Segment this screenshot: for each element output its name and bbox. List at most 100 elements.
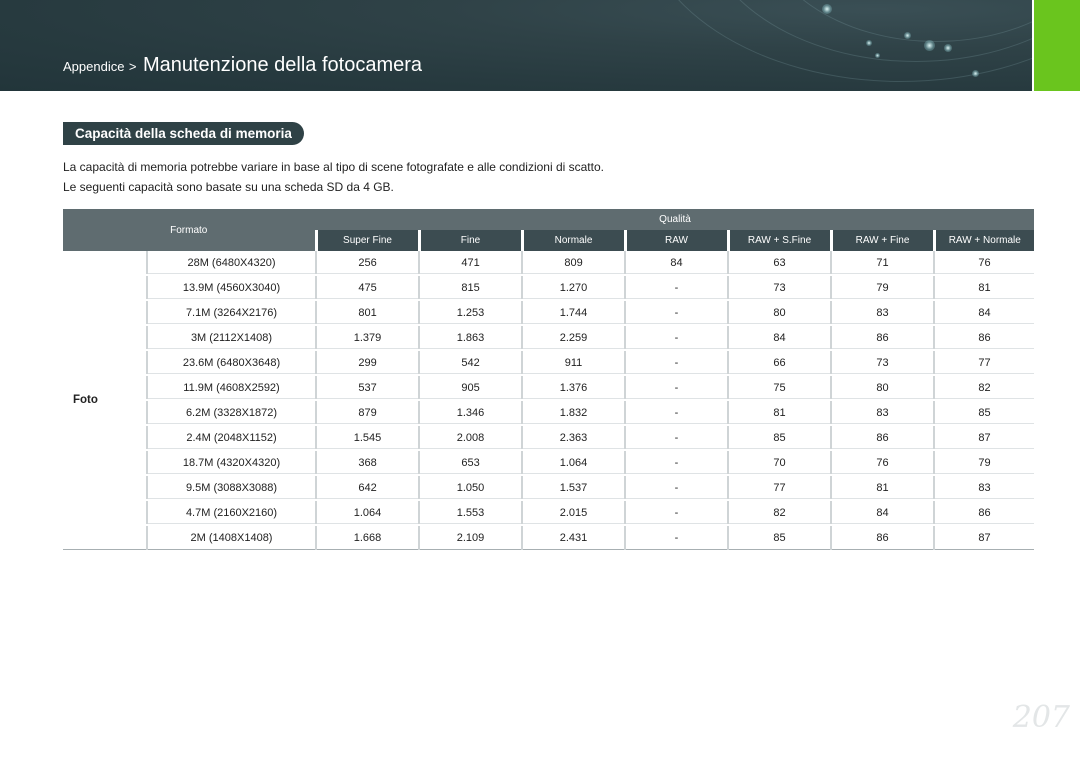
- capacity-cell: 911: [521, 350, 626, 376]
- capacity-cell: -: [624, 325, 729, 351]
- capacity-cell: 85: [727, 425, 832, 451]
- capacity-cell: 77: [727, 475, 832, 501]
- group-label-foto: Foto: [63, 251, 147, 550]
- capacity-cell: 1.379: [315, 325, 420, 351]
- resolution-cell: 3M (2112X1408): [145, 325, 317, 351]
- capacity-cell: -: [624, 500, 729, 526]
- table-row: 18.7M (4320X4320) 368 653 1.064-70 76 79: [63, 450, 1035, 476]
- table-row: 6.2M (3328X1872) 879 1.346 1.832-81 83 85: [63, 400, 1035, 426]
- capacity-cell: 79: [830, 275, 935, 301]
- capacity-cell: 84: [933, 300, 1035, 326]
- header-fine: Fine: [417, 230, 523, 251]
- capacity-cell: 653: [418, 450, 523, 476]
- header-raw: RAW: [623, 230, 729, 251]
- table-body: Foto 28M (6480X4320) 256 471 809 84 63 71 76 13.9…: [63, 251, 1035, 550]
- capacity-cell: 71: [830, 251, 935, 276]
- capacity-cell: 815: [418, 275, 523, 301]
- chapter-tab: [1034, 0, 1080, 91]
- capacity-cell: 2.008: [418, 425, 523, 451]
- table-row: 11.9M (4608X2592) 537 905 1.376-75 80 82: [63, 375, 1035, 401]
- capacity-cell: 809: [521, 251, 626, 276]
- resolution-cell: 7.1M (3264X2176): [145, 300, 317, 326]
- table-row: 2.4M (2048X1152) 1.545 2.008 2.363-85 86 87: [63, 425, 1035, 451]
- resolution-cell: 18.7M (4320X4320): [145, 450, 317, 476]
- capacity-cell: 1.253: [418, 300, 523, 326]
- capacity-cell: 1.537: [521, 475, 626, 501]
- breadcrumb-separator: >: [128, 59, 137, 74]
- capacity-cell: 84: [624, 251, 729, 276]
- header-raw-s-fine: RAW + S.Fine: [726, 230, 832, 251]
- capacity-cell: 80: [727, 300, 832, 326]
- resolution-cell: 28M (6480X4320): [145, 251, 317, 276]
- capacity-cell: 256: [315, 251, 420, 276]
- header-raw-normale: RAW + Normale: [932, 230, 1035, 251]
- capacity-cell: 86: [830, 425, 935, 451]
- intro-text: La capacità di memoria potrebbe variare …: [63, 157, 604, 197]
- capacity-cell: 905: [418, 375, 523, 401]
- resolution-cell: 2.4M (2048X1152): [145, 425, 317, 451]
- intro-line-1: La capacità di memoria potrebbe variare …: [63, 160, 604, 174]
- capacity-cell: 2.015: [521, 500, 626, 526]
- capacity-cell: 475: [315, 275, 420, 301]
- capacity-cell: 801: [315, 300, 420, 326]
- table-row: 13.9M (4560X3040) 475 815 1.270-73 79 81: [63, 275, 1035, 301]
- capacity-cell: 83: [830, 400, 935, 426]
- capacity-cell: 86: [933, 325, 1035, 351]
- capacity-cell: 85: [933, 400, 1035, 426]
- capacity-cell: 537: [315, 375, 420, 401]
- capacity-cell: 84: [727, 325, 832, 351]
- capacity-cell: 76: [933, 251, 1035, 276]
- capacity-cell: 2.109: [418, 525, 523, 550]
- capacity-cell: 87: [933, 425, 1035, 451]
- resolution-cell: 13.9M (4560X3040): [145, 275, 317, 301]
- resolution-cell: 2M (1408X1408): [145, 525, 317, 550]
- capacity-cell: -: [624, 275, 729, 301]
- capacity-cell: 299: [315, 350, 420, 376]
- capacity-cell: 471: [418, 251, 523, 276]
- table-row: 23.6M (6480X3648) 299 542 911-66 73 77: [63, 350, 1035, 376]
- breadcrumb-parent[interactable]: Appendice: [63, 59, 124, 74]
- capacity-cell: 80: [830, 375, 935, 401]
- capacity-cell: 81: [727, 400, 832, 426]
- resolution-cell: 11.9M (4608X2592): [145, 375, 317, 401]
- capacity-cell: 85: [727, 525, 832, 550]
- capacity-cell: 82: [727, 500, 832, 526]
- capacity-cell: 1.744: [521, 300, 626, 326]
- page-number: 207: [1012, 700, 1070, 735]
- header-raw-fine: RAW + Fine: [829, 230, 935, 251]
- capacity-cell: 73: [727, 275, 832, 301]
- capacity-cell: -: [624, 525, 729, 550]
- capacity-cell: 1.545: [315, 425, 420, 451]
- resolution-cell: 23.6M (6480X3648): [145, 350, 317, 376]
- capacity-cell: 2.431: [521, 525, 626, 550]
- capacity-cell: 368: [315, 450, 420, 476]
- resolution-cell: 9.5M (3088X3088): [145, 475, 317, 501]
- capacity-cell: 86: [933, 500, 1035, 526]
- capacity-cell: 542: [418, 350, 523, 376]
- capacity-cell: 1.863: [418, 325, 523, 351]
- capacity-cell: -: [624, 300, 729, 326]
- capacity-cell: 70: [727, 450, 832, 476]
- capacity-cell: 84: [830, 500, 935, 526]
- page-title: Manutenzione della fotocamera: [142, 54, 423, 76]
- intro-line-2: Le seguenti capacità sono basate su una …: [63, 180, 394, 194]
- capacity-cell: 79: [933, 450, 1035, 476]
- breadcrumb: Appendice > Manutenzione della fotocamer…: [63, 54, 422, 77]
- capacity-cell: 82: [933, 375, 1035, 401]
- capacity-cell: -: [624, 450, 729, 476]
- capacity-cell: 879: [315, 400, 420, 426]
- table-row: 9.5M (3088X3088) 642 1.050 1.537-77 81 83: [63, 475, 1035, 501]
- capacity-cell: 87: [933, 525, 1035, 550]
- section-title: Capacità della scheda di memoria: [63, 122, 304, 145]
- capacity-cell: -: [624, 475, 729, 501]
- capacity-cell: -: [624, 350, 729, 376]
- capacity-cell: 76: [830, 450, 935, 476]
- capacity-cell: 1.668: [315, 525, 420, 550]
- capacity-cell: 1.050: [418, 475, 523, 501]
- header-qualita: Qualità: [316, 209, 1035, 230]
- capacity-cell: 63: [727, 251, 832, 276]
- header-formato: Formato: [63, 209, 317, 251]
- capacity-cell: 1.553: [418, 500, 523, 526]
- header-banner: Appendice > Manutenzione della fotocamer…: [0, 0, 1032, 91]
- capacity-cell: 2.259: [521, 325, 626, 351]
